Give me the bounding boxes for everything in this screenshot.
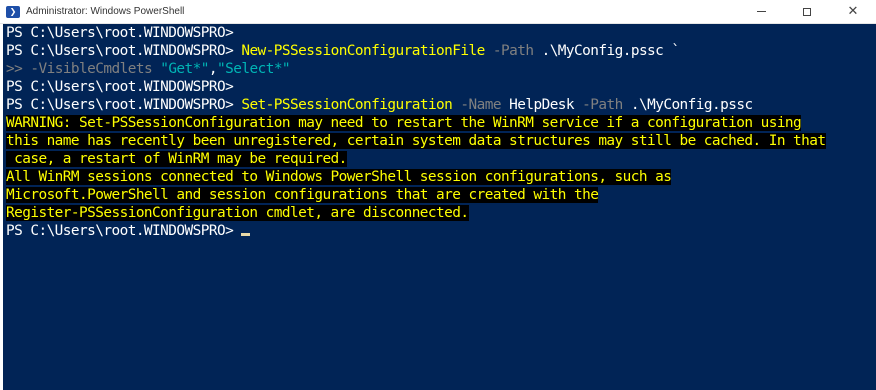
console-line: PS C:\Users\root.WINDOWSPRO> [6, 24, 234, 42]
maximize-button[interactable] [784, 0, 830, 23]
window-title: Administrator: Windows PowerShell [26, 6, 185, 17]
prompt: PS C:\Users\root.WINDOWSPRO> [6, 97, 234, 113]
warning-line: Register-PSSessionConfiguration cmdlet, … [6, 204, 469, 222]
warning-text: Microsoft.PowerShell and session configu… [6, 187, 599, 203]
prompt: PS C:\Users\root.WINDOWSPRO> [6, 43, 234, 59]
string-text: "Select*" [217, 61, 291, 77]
continuation-prompt: >> [6, 61, 23, 77]
minimize-icon [756, 11, 766, 12]
text-cursor [241, 233, 251, 236]
command-text: Set-PSSessionConfiguration [241, 97, 453, 113]
warning-text: case, a restart of WinRM may be required… [6, 151, 347, 167]
warning-line: All WinRM sessions connected to Windows … [6, 168, 672, 186]
console-line: PS C:\Users\root.WINDOWSPRO> [6, 78, 234, 96]
warning-text: this name has recently been unregistered… [6, 133, 826, 149]
console-line: PS C:\Users\root.WINDOWSPRO> Set-PSSessi… [6, 96, 753, 114]
console-area[interactable]: PS C:\Users\root.WINDOWSPRO> PS C:\Users… [3, 24, 876, 390]
maximize-icon [803, 7, 811, 16]
warning-text: All WinRM sessions connected to Windows … [6, 169, 672, 185]
warning-line: WARNING: Set-PSSessionConfiguration may … [6, 114, 802, 132]
window-controls: ✕ [738, 0, 876, 23]
console-line: PS C:\Users\root.WINDOWSPRO> [6, 222, 251, 240]
argument-text: HelpDesk [509, 97, 575, 113]
console-line: >> -VisibleCmdlets "Get*","Select*" [6, 60, 291, 78]
argument-text: .\MyConfig.pssc ` [541, 43, 680, 59]
warning-line: Microsoft.PowerShell and session configu… [6, 186, 599, 204]
string-text: "Get*" [160, 61, 209, 77]
warning-text: WARNING: Set-PSSessionConfiguration may … [6, 115, 802, 131]
parameter-text: -Path [582, 97, 623, 113]
close-button[interactable]: ✕ [830, 0, 876, 23]
powershell-window: ❯ Administrator: Windows PowerShell ✕ PS… [0, 0, 876, 390]
console-line: PS C:\Users\root.WINDOWSPRO> New-PSSessi… [6, 42, 680, 60]
parameter-text: -Name [460, 97, 501, 113]
title-bar[interactable]: ❯ Administrator: Windows PowerShell ✕ [0, 0, 876, 24]
warning-text: Register-PSSessionConfiguration cmdlet, … [6, 205, 469, 221]
prompt: PS C:\Users\root.WINDOWSPRO> [6, 223, 234, 239]
powershell-icon: ❯ [6, 5, 20, 18]
close-icon: ✕ [847, 4, 859, 19]
warning-line: case, a restart of WinRM may be required… [6, 150, 347, 168]
argument-text: .\MyConfig.pssc [630, 97, 753, 113]
prompt: PS C:\Users\root.WINDOWSPRO> [6, 25, 234, 41]
warning-line: this name has recently been unregistered… [6, 132, 826, 150]
parameter-text: -Path [492, 43, 534, 59]
command-text: New-PSSessionConfigurationFile [241, 43, 485, 59]
parameter-text: -VisibleCmdlets [30, 61, 153, 77]
comma-text: , [208, 61, 218, 77]
minimize-button[interactable] [738, 0, 784, 23]
prompt: PS C:\Users\root.WINDOWSPRO> [6, 79, 234, 95]
